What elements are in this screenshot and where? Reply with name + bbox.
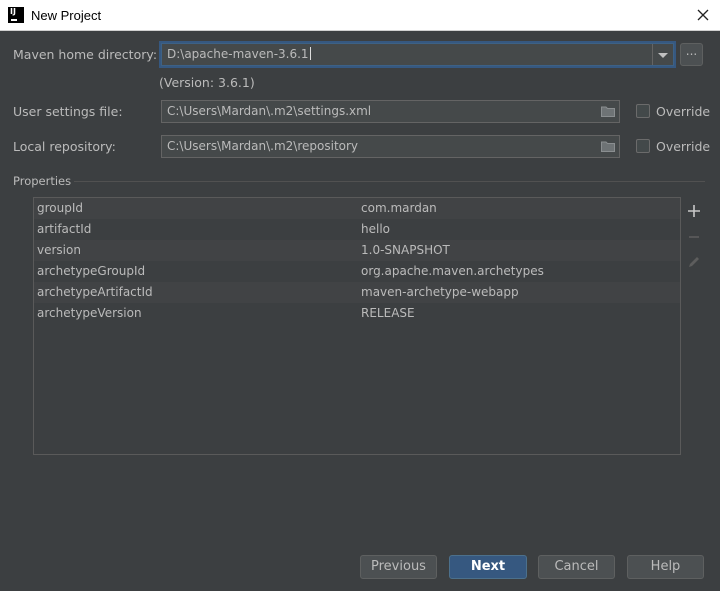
- local-repo-value: C:\Users\Mardan\.m2\repository: [167, 139, 359, 153]
- previous-button[interactable]: Previous: [360, 555, 437, 579]
- property-value: 1.0-SNAPSHOT: [361, 243, 450, 257]
- property-key: artifactId: [37, 222, 92, 236]
- user-settings-field[interactable]: C:\Users\Mardan\.m2\settings.xml: [161, 100, 620, 123]
- property-value: RELEASE: [361, 306, 415, 320]
- properties-title: Properties: [13, 174, 72, 188]
- properties-table[interactable]: groupId com.mardan artifactId hello vers…: [33, 197, 681, 455]
- edit-icon[interactable]: [686, 254, 702, 270]
- help-button[interactable]: Help: [627, 555, 704, 579]
- remove-icon[interactable]: [686, 229, 702, 245]
- browse-button[interactable]: ...: [680, 43, 703, 66]
- property-value: hello: [361, 222, 390, 236]
- user-settings-value: C:\Users\Mardan\.m2\settings.xml: [167, 104, 372, 118]
- table-row[interactable]: groupId com.mardan: [34, 198, 680, 219]
- override-repo-checkbox[interactable]: [636, 139, 650, 153]
- folder-icon[interactable]: [601, 106, 615, 117]
- override-settings-checkbox[interactable]: [636, 104, 650, 118]
- property-key: archetypeVersion: [37, 306, 142, 320]
- property-value: com.mardan: [361, 201, 437, 215]
- intellij-icon: IJ: [8, 7, 24, 23]
- chevron-down-icon[interactable]: [652, 44, 673, 65]
- add-icon[interactable]: [686, 203, 702, 219]
- local-repo-label: Local repository:: [13, 139, 116, 154]
- override-repo-label: Override: [656, 139, 711, 154]
- folder-icon[interactable]: [601, 141, 615, 152]
- next-button[interactable]: Next: [449, 555, 527, 579]
- maven-home-label: Maven home directory:: [13, 47, 158, 62]
- maven-home-combobox[interactable]: D:\apache-maven-3.6.1: [161, 43, 674, 66]
- table-row[interactable]: archetypeVersion RELEASE: [34, 303, 680, 324]
- table-row[interactable]: version 1.0-SNAPSHOT: [34, 240, 680, 261]
- override-settings-label: Override: [656, 104, 711, 119]
- property-value: maven-archetype-webapp: [361, 285, 519, 299]
- text-caret: [309, 47, 311, 60]
- property-key: version: [37, 243, 81, 257]
- maven-home-value: D:\apache-maven-3.6.1: [167, 47, 309, 61]
- property-key: archetypeGroupId: [37, 264, 146, 278]
- property-key: archetypeArtifactId: [37, 285, 153, 299]
- property-key: groupId: [37, 201, 84, 215]
- close-icon[interactable]: [692, 4, 714, 26]
- cancel-button[interactable]: Cancel: [538, 555, 615, 579]
- properties-separator: [74, 181, 705, 182]
- user-settings-label: User settings file:: [13, 104, 123, 119]
- table-row[interactable]: archetypeArtifactId maven-archetype-weba…: [34, 282, 680, 303]
- local-repo-field[interactable]: C:\Users\Mardan\.m2\repository: [161, 135, 620, 158]
- window-title: New Project: [31, 8, 102, 23]
- table-row[interactable]: artifactId hello: [34, 219, 680, 240]
- maven-version-text: (Version: 3.6.1): [159, 75, 255, 90]
- table-row[interactable]: archetypeGroupId org.apache.maven.archet…: [34, 261, 680, 282]
- property-value: org.apache.maven.archetypes: [361, 264, 544, 278]
- title-bar: IJ New Project: [0, 0, 720, 31]
